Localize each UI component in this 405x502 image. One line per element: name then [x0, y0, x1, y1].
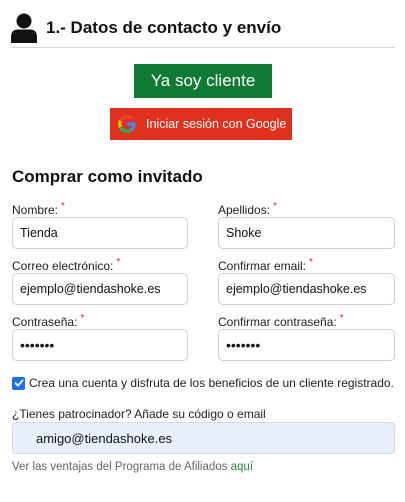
required-mark: * [273, 201, 277, 212]
nombre-input[interactable] [12, 217, 188, 249]
google-login-label: Iniciar sesión con Google [146, 117, 287, 131]
google-login-button[interactable]: Iniciar sesión con Google [110, 108, 292, 140]
email-input[interactable] [12, 273, 188, 305]
referral-label: ¿Tienes patrocinador? Añade su código o … [12, 407, 266, 421]
email-label: Correo electrónico: * [12, 257, 121, 273]
password-input[interactable] [12, 329, 188, 361]
email-confirm-label: Confirmar email: * [218, 257, 313, 273]
nombre-label-text: Nombre: [12, 203, 59, 217]
guest-section-title: Comprar como invitado [12, 167, 203, 186]
email-confirm-input[interactable] [218, 273, 395, 305]
affiliate-text: Ver las ventajas del Programa de Afiliad… [12, 461, 253, 473]
user-icon [11, 13, 37, 43]
section-header: 1.- Datos de contacto y envío [11, 12, 395, 48]
required-mark: * [339, 313, 344, 324]
apellidos-label-text: Apellidos: [218, 203, 271, 217]
create-account-label: Crea una cuenta y disfruta de los benefi… [29, 376, 394, 390]
required-mark: * [116, 257, 121, 268]
required-mark: * [309, 257, 313, 268]
password-confirm-label: Confirmar contraseña: * [218, 313, 344, 329]
google-icon [118, 115, 136, 133]
checkmark-icon [14, 379, 23, 387]
section-title: 1.- Datos de contacto y envío [46, 18, 282, 37]
password-confirm-label-text: Confirmar contraseña: [218, 315, 337, 329]
create-account-checkbox[interactable] [12, 376, 25, 390]
apellidos-input[interactable] [218, 217, 395, 249]
create-account-option[interactable]: Crea una cuenta y disfruta de los benefi… [12, 376, 394, 390]
email-confirm-label-text: Confirmar email: [218, 259, 307, 273]
existing-client-button[interactable]: Ya soy cliente [134, 64, 272, 98]
nombre-label: Nombre: * [12, 201, 65, 217]
password-label-text: Contraseña: [12, 315, 78, 329]
affiliate-link[interactable]: aquí [231, 461, 253, 473]
email-label-text: Correo electrónico: [12, 259, 114, 273]
password-label: Contraseña: * [12, 313, 85, 329]
password-confirm-input[interactable] [218, 329, 395, 361]
required-mark: * [61, 201, 65, 212]
apellidos-label: Apellidos: * [218, 201, 277, 217]
affiliate-description: Ver las ventajas del Programa de Afiliad… [12, 461, 228, 473]
referral-input[interactable] [12, 422, 395, 454]
required-mark: * [80, 313, 85, 324]
